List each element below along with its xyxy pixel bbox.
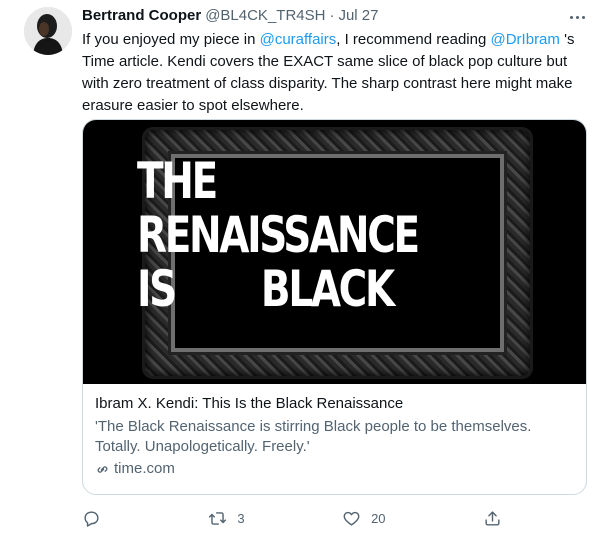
headline-line-3: IS BLACK: [137, 260, 395, 318]
author-handle[interactable]: @BL4CK_TR4SH: [205, 7, 325, 24]
avatar-image: [24, 7, 72, 55]
more-options-icon[interactable]: [566, 8, 588, 26]
retweet-button[interactable]: 3: [208, 509, 245, 528]
tweet-text-part: If you enjoyed my piece in: [82, 31, 260, 48]
share-button[interactable]: [483, 509, 512, 528]
tweet-text-part: , I recommend reading: [336, 31, 491, 48]
headline-word-is: IS: [137, 260, 177, 318]
share-icon: [485, 510, 500, 526]
tweet-text: If you enjoyed my piece in @curaffairs, …: [82, 29, 582, 117]
headline-line-1: THE: [137, 152, 218, 210]
headline-word-black: BLACK: [260, 260, 395, 318]
link-icon: [97, 465, 108, 473]
reply-icon: [84, 510, 99, 527]
mention-curaffairs[interactable]: @curaffairs: [260, 31, 337, 48]
tweet[interactable]: Bertrand Cooper @BL4CK_TR4SH · Jul 27 If…: [0, 0, 604, 545]
author-name[interactable]: Bertrand Cooper: [82, 7, 201, 24]
card-image[interactable]: THE RENAISSANCE IS BLACK: [83, 120, 586, 384]
card-image-headline: THE RENAISSANCE IS BLACK: [137, 154, 441, 316]
heart-icon: [343, 511, 360, 526]
like-button[interactable]: 20: [342, 509, 386, 528]
reply-button[interactable]: [82, 509, 111, 528]
retweet-count: 3: [237, 510, 245, 526]
tweet-header: Bertrand Cooper @BL4CK_TR4SH · Jul 27: [82, 7, 588, 27]
card-body[interactable]: Ibram X. Kendi: This Is the Black Renais…: [83, 384, 586, 489]
retweet-icon: [209, 511, 227, 525]
like-count: 20: [371, 510, 386, 526]
link-card[interactable]: THE RENAISSANCE IS BLACK Ibram X. Kendi:…: [82, 119, 587, 495]
action-bar: 3 20: [82, 507, 512, 529]
avatar[interactable]: [24, 7, 72, 55]
card-domain-text: time.com: [114, 460, 175, 477]
card-domain: time.com: [95, 459, 574, 479]
card-description: 'The Black Renaissance is stirring Black…: [95, 418, 532, 455]
tweet-date[interactable]: Jul 27: [338, 7, 378, 24]
mention-dribram[interactable]: @DrIbram: [491, 31, 560, 48]
headline-line-2: RENAISSANCE: [137, 206, 420, 264]
card-title: Ibram X. Kendi: This Is the Black Renais…: [95, 395, 404, 412]
separator-dot: ·: [329, 7, 335, 24]
